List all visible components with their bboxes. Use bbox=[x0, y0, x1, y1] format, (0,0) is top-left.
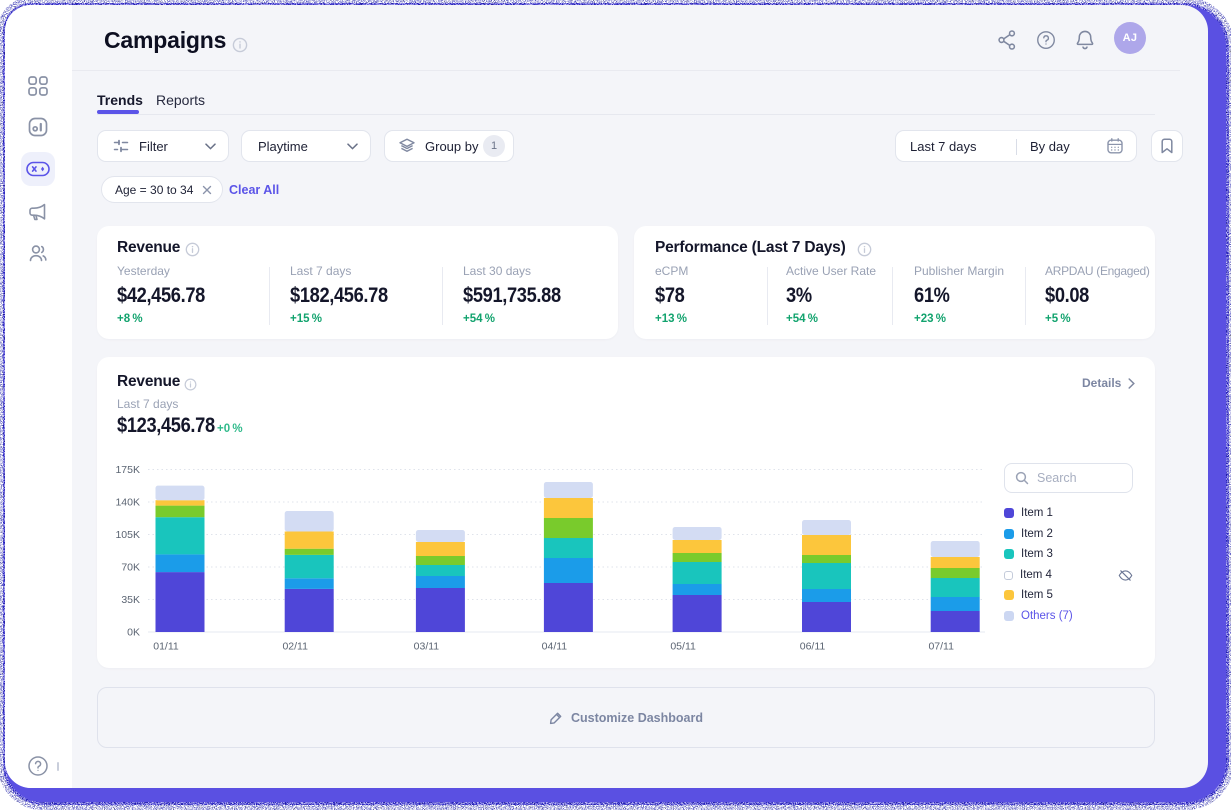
svg-text:02/11: 02/11 bbox=[282, 641, 308, 653]
svg-text:175K: 175K bbox=[115, 464, 140, 476]
svg-text:70K: 70K bbox=[121, 562, 140, 574]
svg-text:01/11: 01/11 bbox=[153, 641, 179, 653]
svg-text:03/11: 03/11 bbox=[414, 641, 440, 653]
svg-text:105K: 105K bbox=[115, 529, 140, 541]
svg-text:07/11: 07/11 bbox=[928, 641, 954, 653]
svg-text:140K: 140K bbox=[115, 497, 140, 509]
svg-text:04/11: 04/11 bbox=[542, 641, 568, 653]
svg-text:0K: 0K bbox=[127, 627, 140, 639]
svg-text:35K: 35K bbox=[121, 594, 140, 606]
svg-text:05/11: 05/11 bbox=[670, 641, 696, 653]
svg-text:06/11: 06/11 bbox=[800, 641, 826, 653]
